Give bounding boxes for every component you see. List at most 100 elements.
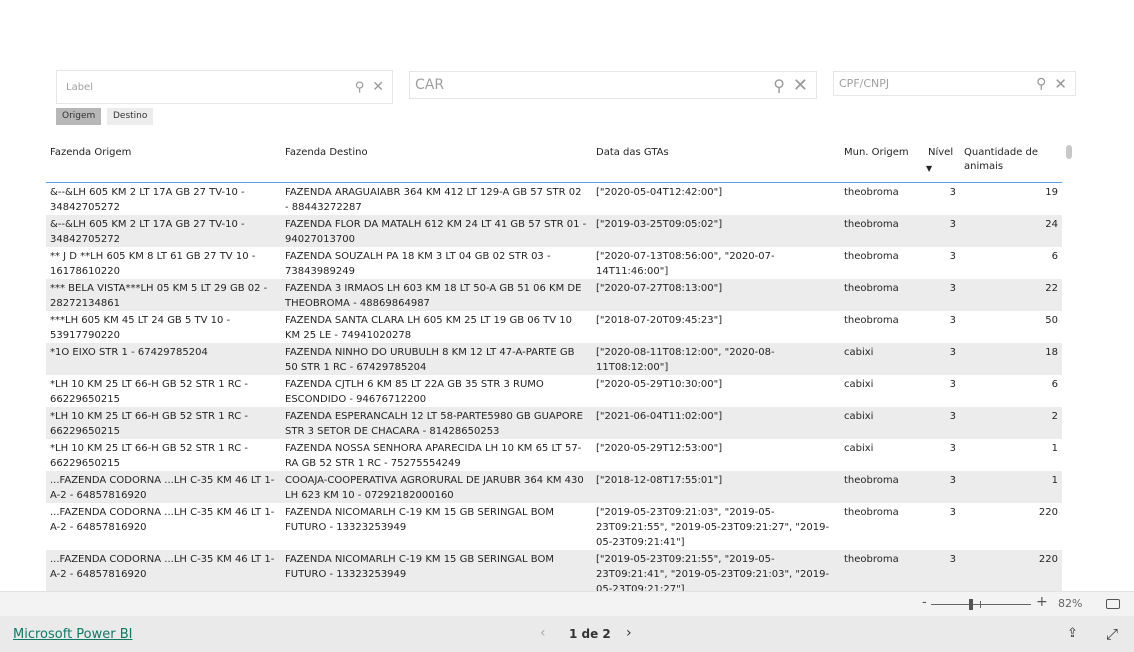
cell-fazenda-destino: FAZENDA ESPERANCALH 12 LT 58-PARTE5980 G… <box>281 406 592 439</box>
cell-mun-origem: theobroma <box>844 186 899 198</box>
cell-quantidade: 19 <box>1045 186 1058 198</box>
cell-quantidade: 1 <box>1051 442 1058 454</box>
cell-mun-origem: cabixi <box>844 378 874 390</box>
cell-nivel: 3 <box>924 406 960 439</box>
fullscreen-icon[interactable]: ⤢ <box>1106 625 1118 643</box>
table-row[interactable]: *LH 10 KM 25 LT 66-H GB 52 STR 1 RC - 66… <box>46 375 1062 407</box>
table-row[interactable]: &--&LH 605 KM 2 LT 17A GB 27 TV-10 - 348… <box>46 214 1062 247</box>
header-quantidade[interactable]: Quantidade de animais <box>960 140 1062 183</box>
cell-fazenda-destino: FAZENDA FLOR DA MATALH 612 KM 24 LT 41 G… <box>281 214 592 247</box>
fit-to-page-icon[interactable] <box>1106 599 1120 609</box>
cell-quantidade: 6 <box>1051 250 1058 262</box>
cell-mun-origem: theobroma <box>844 314 899 326</box>
share-icon[interactable]: ⇪ <box>1067 626 1078 641</box>
table-row[interactable]: *** BELA VISTA***LH 05 KM 5 LT 29 GB 02 … <box>46 278 1062 311</box>
cell-data-gtas: ["2020-07-13T08:56:00", "2020-07-14T11:4… <box>596 250 775 277</box>
table-header-row: Fazenda Origem Fazenda Destino Data das … <box>46 140 1062 183</box>
zoom-out-button[interactable]: - <box>922 595 927 610</box>
cell-quantidade: 18 <box>960 342 1062 375</box>
cell-fazenda-destino: FAZENDA 3 IRMAOS LH 603 KM 18 LT 50-A GB… <box>281 278 592 311</box>
cell-mun-origem: cabixi <box>840 342 924 375</box>
cell-fazenda-origem: ...FAZENDA CODORNA ...LH C-35 KM 46 LT 1… <box>46 549 281 597</box>
toggle-destino[interactable]: Destino <box>107 108 154 125</box>
table-row[interactable]: *1O EIXO STR 1 - 67429785204 FAZENDA NINH… <box>46 342 1062 375</box>
cell-mun-origem: theobroma <box>840 470 924 503</box>
cell-mun-origem: theobroma <box>840 214 924 247</box>
cell-fazenda-destino: COOAJA-COOPERATIVA AGRORURAL DE JARUBR 3… <box>281 470 592 503</box>
cell-fazenda-origem: *LH 10 KM 25 LT 66-H GB 52 STR 1 RC - 66… <box>46 406 281 439</box>
cell-data-gtas: ["2019-05-23T09:21:55", "2019-05-23T09:2… <box>592 549 840 597</box>
label-search[interactable]: Label ⚲ ✕ <box>56 70 393 104</box>
cell-quantidade: 2 <box>960 406 1062 439</box>
table-scrollbar[interactable] <box>1066 145 1072 159</box>
cell-mun-origem: theobroma <box>844 506 899 518</box>
cell-nivel: 3 <box>924 549 960 597</box>
cell-fazenda-destino: FAZENDA NINHO DO URUBULH 8 KM 12 LT 47-A… <box>281 342 592 375</box>
cell-quantidade: 22 <box>960 278 1062 311</box>
cell-quantidade: 220 <box>960 549 1062 597</box>
cell-quantidade: 50 <box>1045 314 1058 326</box>
cell-mun-origem: theobroma <box>840 278 924 311</box>
cell-fazenda-origem: *LH 10 KM 25 LT 66-H GB 52 STR 1 RC - 66… <box>50 442 248 469</box>
cell-nivel: 3 <box>949 250 956 262</box>
zoom-slider-thumb[interactable] <box>969 599 973 610</box>
cell-quantidade: 220 <box>1038 506 1058 518</box>
cell-data-gtas: ["2019-03-25T09:05:02"] <box>592 214 840 247</box>
cell-fazenda-origem: *1O EIXO STR 1 - 67429785204 <box>46 342 281 375</box>
search-icon[interactable]: ⚲ <box>1036 76 1046 92</box>
cell-data-gtas: ["2018-12-08T17:55:01"] <box>592 470 840 503</box>
cell-nivel: 3 <box>949 506 956 518</box>
cell-fazenda-destino: FAZENDA NICOMARLH C-19 KM 15 GB SERINGAL… <box>285 506 554 533</box>
cell-fazenda-origem: ** J D **LH 605 KM 8 LT 61 GB 27 TV 10 -… <box>50 250 256 277</box>
zoom-slider[interactable] <box>931 599 1031 610</box>
cell-mun-origem: cabixi <box>840 406 924 439</box>
cell-data-gtas: ["2019-05-23T09:21:03", "2019-05-23T09:2… <box>596 506 830 548</box>
footer-bar: Microsoft Power BI ‹ 1 de 2 › ⇪ ⤢ <box>0 616 1134 652</box>
table-row[interactable]: ...FAZENDA CODORNA ...LH C-35 KM 46 LT 1… <box>46 470 1062 503</box>
cell-data-gtas: ["2021-06-04T11:02:00"] <box>592 406 840 439</box>
cell-fazenda-origem: ***LH 605 KM 45 LT 24 GB 5 TV 10 - 53917… <box>50 314 231 341</box>
car-search[interactable]: CAR ⚲ ✕ <box>409 71 817 99</box>
zoom-level: 82% <box>1058 597 1083 610</box>
table-row[interactable]: ** J D **LH 605 KM 8 LT 61 GB 27 TV 10 -… <box>46 247 1062 279</box>
table-row[interactable]: ...FAZENDA CODORNA ...LH C-35 KM 46 LT 1… <box>46 549 1062 597</box>
toggle-origem[interactable]: Origem <box>56 108 102 125</box>
cell-mun-origem: theobroma <box>844 250 899 262</box>
cpf-search[interactable]: CPF/CNPJ ⚲ ✕ <box>833 71 1076 96</box>
cell-fazenda-destino: FAZENDA SANTA CLARA LH 605 KM 25 LT 19 G… <box>285 314 572 341</box>
cell-fazenda-origem: *** BELA VISTA***LH 05 KM 5 LT 29 GB 02 … <box>46 278 281 311</box>
clear-icon[interactable]: ✕ <box>372 79 384 95</box>
cell-fazenda-origem: ...FAZENDA CODORNA ...LH C-35 KM 46 LT 1… <box>50 506 275 533</box>
cell-data-gtas: ["2020-07-27T08:13:00"] <box>592 278 840 311</box>
header-mun-origem[interactable]: Mun. Origem <box>840 140 924 183</box>
table-row[interactable]: *LH 10 KM 25 LT 66-H GB 52 STR 1 RC - 66… <box>46 439 1062 471</box>
header-nivel[interactable]: Nível ▼ <box>924 140 960 183</box>
next-page-icon[interactable]: › <box>626 625 632 641</box>
cell-fazenda-destino: FAZENDA ARAGUAIABR 364 KM 412 LT 129-A G… <box>285 186 582 213</box>
car-search-input[interactable]: CAR <box>410 77 773 93</box>
cpf-search-input[interactable]: CPF/CNPJ <box>834 77 1036 90</box>
clear-icon[interactable]: ✕ <box>793 75 808 96</box>
cell-fazenda-origem: &--&LH 605 KM 2 LT 17A GB 27 TV-10 - 348… <box>46 214 281 247</box>
header-data-gtas[interactable]: Data das GTAs <box>592 140 840 183</box>
cell-fazenda-destino: FAZENDA SOUZALH PA 18 KM 3 LT 04 GB 02 S… <box>285 250 551 277</box>
zoom-in-button[interactable]: + <box>1036 594 1048 610</box>
cell-data-gtas: ["2020-05-29T10:30:00"] <box>596 378 723 390</box>
header-fazenda-origem[interactable]: Fazenda Origem <box>46 140 281 183</box>
cell-fazenda-destino: FAZENDA CJTLH 6 KM 85 LT 22A GB 35 STR 3… <box>285 378 544 405</box>
cell-quantidade: 24 <box>960 214 1062 247</box>
label-search-input[interactable]: Label <box>57 82 355 93</box>
header-fazenda-destino[interactable]: Fazenda Destino <box>281 140 592 183</box>
cell-data-gtas: ["2020-08-11T08:12:00", "2020-08-11T08:1… <box>592 342 840 375</box>
table-row[interactable]: &--&LH 605 KM 2 LT 17A GB 27 TV-10 - 348… <box>46 182 1062 215</box>
cell-nivel: 3 <box>924 470 960 503</box>
table-row[interactable]: ***LH 605 KM 45 LT 24 GB 5 TV 10 - 53917… <box>46 311 1062 343</box>
table-row[interactable]: *LH 10 KM 25 LT 66-H GB 52 STR 1 RC - 66… <box>46 406 1062 439</box>
power-bi-link[interactable]: Microsoft Power BI <box>13 627 132 642</box>
search-icon[interactable]: ⚲ <box>355 80 365 95</box>
table-row[interactable]: ...FAZENDA CODORNA ...LH C-35 KM 46 LT 1… <box>46 503 1062 550</box>
search-icon[interactable]: ⚲ <box>773 76 785 95</box>
cell-data-gtas: ["2018-07-20T09:45:23"] <box>596 314 723 326</box>
prev-page-icon[interactable]: ‹ <box>540 625 546 641</box>
clear-icon[interactable]: ✕ <box>1054 75 1067 93</box>
